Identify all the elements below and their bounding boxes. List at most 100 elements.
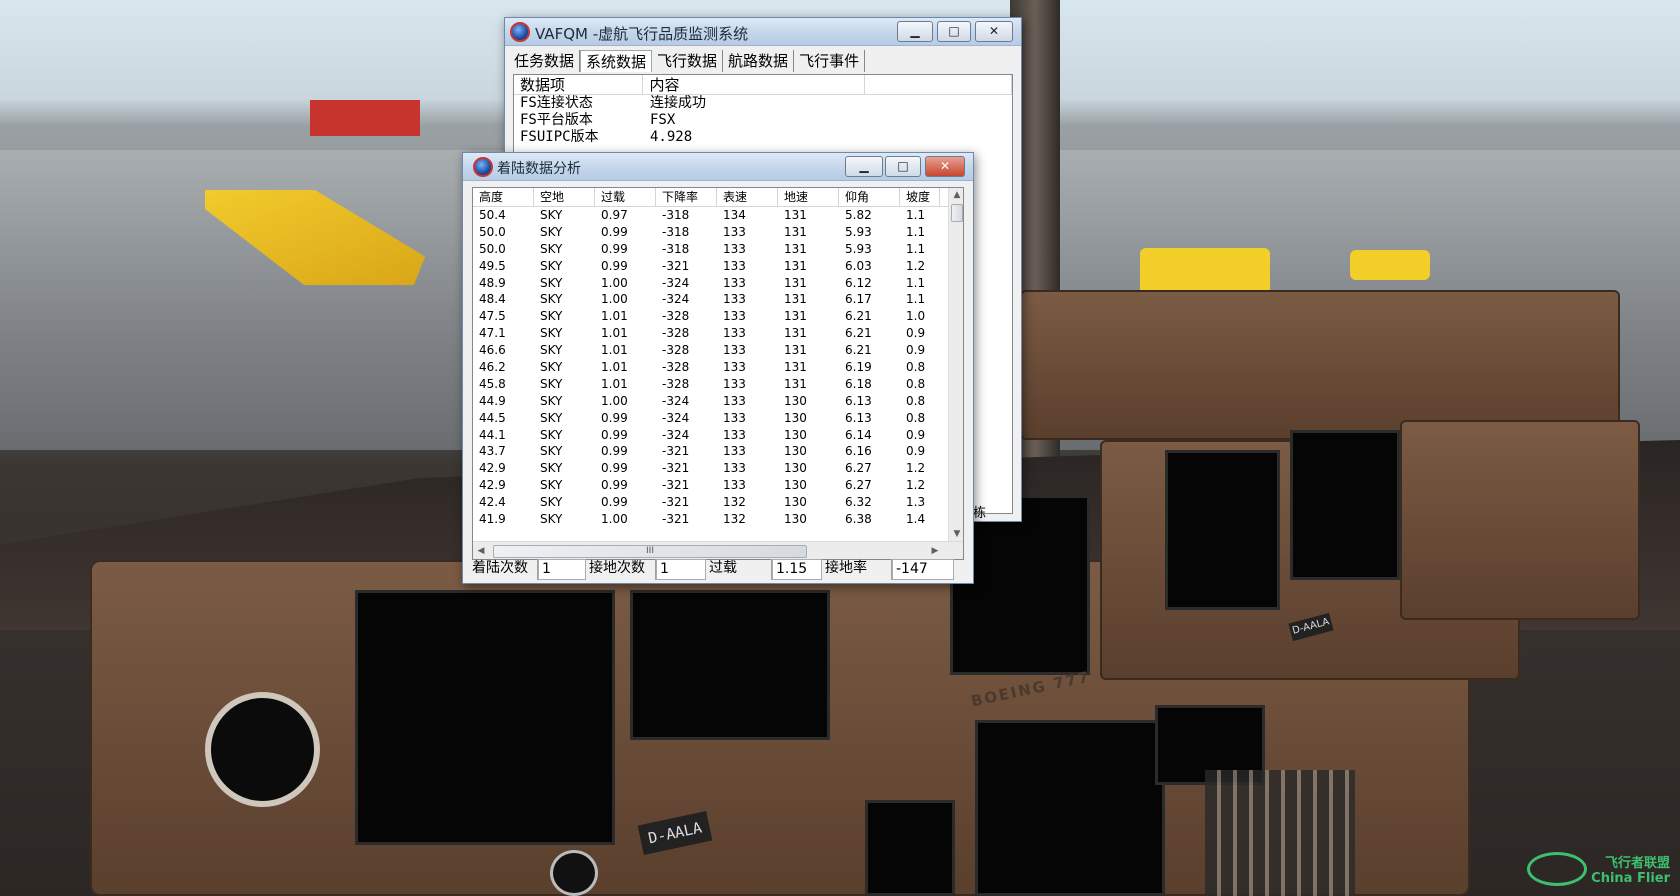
column-header-air-ground[interactable]: 空地 [534,188,595,206]
table-cell: 4.928 [650,129,693,145]
column-header-descent-rate[interactable]: 下降率 [656,188,717,206]
tab-flight-data[interactable]: 飞行数据 [652,50,724,72]
table-row[interactable]: 50.0 SKY 0.99 -318 133 131 5.93 1.1 [473,224,963,241]
globe-app-icon [473,157,493,177]
watermark-logo-icon [1526,852,1587,886]
table-row[interactable]: FS平台版本 FSX [514,112,1012,129]
table-cell: 133 [723,224,746,239]
table-cell: 130 [784,461,807,476]
table-cell: 133 [723,393,746,408]
table-cell: 0.99 [601,410,628,425]
column-header-g-load[interactable]: 过载 [595,188,656,206]
table-row[interactable]: 45.8 SKY 1.01 -328 133 131 6.18 0.8 [473,376,963,393]
minimize-button[interactable]: ▁ [845,156,883,177]
table-cell: 1.4 [906,512,926,527]
close-button[interactable]: ✕ [925,156,965,177]
table-cell: 133 [723,478,746,493]
column-header-content[interactable]: 内容 [643,75,865,94]
table-cell: 1.0 [906,309,926,324]
table-cell: 131 [784,275,807,290]
table-cell: 44.5 [479,410,506,425]
close-button[interactable]: ✕ [975,21,1013,42]
vertical-scrollbar[interactable]: ▲ ▼ [948,188,963,541]
table-cell: 131 [784,376,807,391]
table-cell: 5.93 [845,224,872,239]
table-cell: 133 [723,343,746,358]
scroll-left-arrow-icon[interactable]: ◀ [475,546,487,556]
table-cell: -324 [662,393,690,408]
table-cell: 0.99 [601,495,628,510]
column-header-bank[interactable]: 坡度 [900,188,940,206]
minimize-button[interactable]: ▁ [897,21,933,42]
landing-titlebar[interactable]: 着陆数据分析 ▁ □ ✕ [463,153,973,181]
table-row[interactable]: 48.4 SKY 1.00 -324 133 131 6.17 1.1 [473,291,963,308]
table-cell: 1.2 [906,258,926,273]
scroll-up-arrow-icon[interactable]: ▲ [949,190,963,200]
column-header-pitch[interactable]: 仰角 [839,188,900,206]
table-cell: -324 [662,275,690,290]
display-screen [865,800,955,896]
table-row[interactable]: FS连接状态 连接成功 [514,95,1012,112]
table-row[interactable]: 43.7 SKY 0.99 -321 133 130 6.16 0.9 [473,443,963,460]
table-row[interactable]: 49.5 SKY 0.99 -321 133 131 6.03 1.2 [473,258,963,275]
table-row[interactable]: 42.9 SKY 0.99 -321 133 130 6.27 1.2 [473,460,963,477]
tab-flight-events[interactable]: 飞行事件 [794,50,866,72]
table-row[interactable]: 44.1 SKY 0.99 -324 133 130 6.14 0.9 [473,427,963,444]
table-cell: SKY [540,309,563,324]
table-cell: -321 [662,444,690,459]
table-cell: 133 [723,241,746,256]
table-cell: 133 [723,461,746,476]
table-row[interactable]: 42.4 SKY 0.99 -321 132 130 6.32 1.3 [473,494,963,511]
table-cell: 6.13 [845,410,872,425]
table-cell: 45.8 [479,376,506,391]
table-cell: 133 [723,309,746,324]
table-cell: 42.4 [479,495,506,510]
column-header-ias[interactable]: 表速 [717,188,778,206]
table-row[interactable]: FSUIPC版本 4.928 [514,129,1012,146]
table-cell: 1.01 [601,326,628,341]
column-header-ground-speed[interactable]: 地速 [778,188,839,206]
table-row[interactable]: 47.5 SKY 1.01 -328 133 131 6.21 1.0 [473,308,963,325]
table-cell: 连接成功 [650,95,706,111]
table-row[interactable]: 47.1 SKY 1.01 -328 133 131 6.21 0.9 [473,325,963,342]
tab-task-data[interactable]: 任务数据 [509,50,581,72]
table-row[interactable]: 46.2 SKY 1.01 -328 133 131 6.19 0.8 [473,359,963,376]
display-screen [1290,430,1400,580]
maximize-button[interactable]: □ [937,21,971,42]
landing-analysis-window: 着陆数据分析 ▁ □ ✕ 高度 空地 过载 下降率 表速 地速 仰角 坡度 50… [462,152,974,584]
horizontal-scroll-thumb[interactable]: III [493,545,807,558]
table-row[interactable]: 46.6 SKY 1.01 -328 133 131 6.21 0.9 [473,342,963,359]
table-row[interactable]: 44.5 SKY 0.99 -324 133 130 6.13 0.8 [473,410,963,427]
column-header-altitude[interactable]: 高度 [473,188,534,206]
table-row[interactable]: 44.9 SKY 1.00 -324 133 130 6.13 0.8 [473,393,963,410]
table-cell: 6.19 [845,360,872,375]
table-cell: -328 [662,360,690,375]
main-titlebar[interactable]: VAFQM -虚航飞行品质监测系统 ▁ □ ✕ [505,18,1021,46]
touchdown-rate-label: 接地率 [822,559,892,580]
tab-system-data[interactable]: 系统数据 [580,50,653,72]
table-cell: 130 [784,495,807,510]
table-cell: 6.21 [845,326,872,341]
scroll-right-arrow-icon[interactable]: ▶ [929,546,941,556]
table-cell: 1.00 [601,393,628,408]
table-cell: FS连接状态 [520,95,593,111]
scroll-down-arrow-icon[interactable]: ▼ [949,529,963,539]
table-row[interactable]: 42.9 SKY 0.99 -321 133 130 6.27 1.2 [473,477,963,494]
landing-window-title: 着陆数据分析 [497,161,581,177]
vertical-scroll-thumb[interactable] [951,204,963,222]
table-row[interactable]: 41.9 SKY 1.00 -321 132 130 6.38 1.4 [473,511,963,528]
column-header-item[interactable]: 数据项 [514,75,644,94]
horizontal-scrollbar[interactable]: ◀ III ▶ [473,541,963,559]
table-cell: -321 [662,512,690,527]
table-cell: 0.99 [601,427,628,442]
table-cell: 48.9 [479,275,506,290]
table-cell: 6.18 [845,376,872,391]
table-row[interactable]: 48.9 SKY 1.00 -324 133 131 6.12 1.1 [473,275,963,292]
table-row[interactable]: 50.4 SKY 0.97 -318 134 131 5.82 1.1 [473,207,963,224]
table-row[interactable]: 50.0 SKY 0.99 -318 133 131 5.93 1.1 [473,241,963,258]
table-cell: 1.1 [906,275,926,290]
table-cell: -321 [662,495,690,510]
tab-route-data[interactable]: 航路数据 [723,50,795,72]
table-cell: SKY [540,326,563,341]
maximize-button[interactable]: □ [885,156,921,177]
